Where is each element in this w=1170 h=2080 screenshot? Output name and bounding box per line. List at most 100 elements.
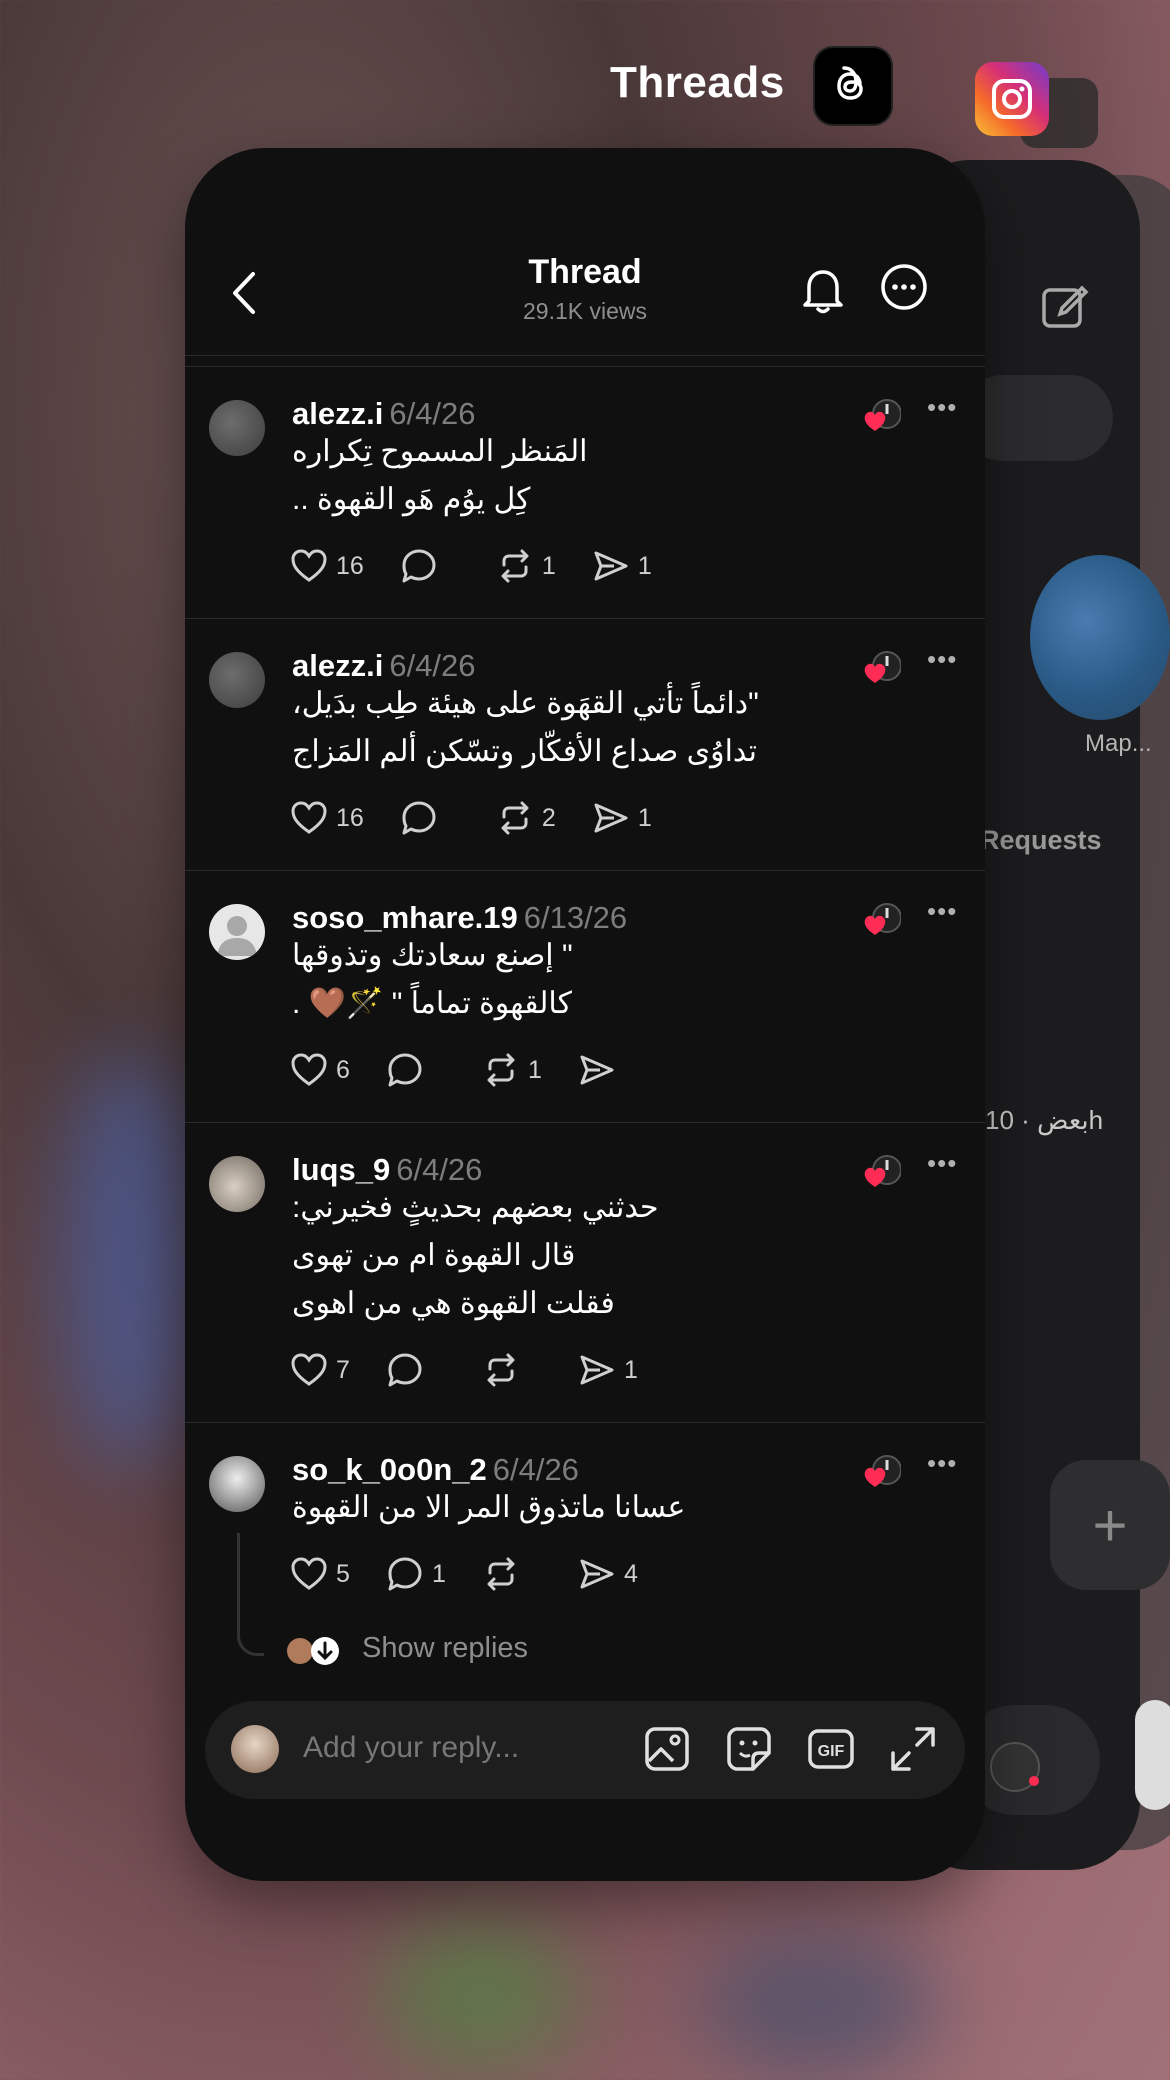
avatar[interactable]: [209, 1156, 265, 1212]
like-count: 16: [336, 551, 364, 580]
share-button[interactable]: 1: [592, 547, 652, 585]
more-icon[interactable]: •••: [927, 1148, 957, 1179]
repost-icon: [487, 1557, 515, 1591]
post-date: 6/4/26: [396, 1152, 483, 1187]
share-button[interactable]: 1: [592, 799, 652, 837]
bell-icon[interactable]: [799, 263, 847, 315]
thread-post[interactable]: luqs_9 6/4/26 ••• حدثني بعضهم بحديثٍ فخير…: [185, 1124, 985, 1423]
share-button[interactable]: 4: [578, 1555, 638, 1593]
thread-post[interactable]: alezz.i 6/4/26 ••• المَنظر المسموح تِكرار…: [185, 368, 985, 619]
avatar[interactable]: [209, 652, 265, 708]
repost-button[interactable]: 1: [482, 1051, 542, 1089]
thread-header: Thread 29.1K views: [185, 148, 985, 356]
more-icon[interactable]: •••: [927, 1448, 957, 1479]
share-button[interactable]: 1: [578, 1351, 638, 1389]
repost-icon: [487, 1053, 515, 1087]
like-button[interactable]: 7: [290, 1351, 350, 1389]
plus-icon[interactable]: +: [1050, 1460, 1170, 1590]
send-icon: [580, 1355, 614, 1385]
avatar[interactable]: [209, 400, 265, 456]
comment-button[interactable]: [400, 799, 460, 837]
comment-icon: [402, 801, 436, 835]
repost-button[interactable]: [482, 1351, 542, 1389]
thread-post[interactable]: alezz.i 6/4/26 ••• "دائماً تأتي القهَوة ع…: [185, 620, 985, 871]
username[interactable]: alezz.i: [292, 648, 383, 683]
avatar[interactable]: [209, 904, 265, 960]
comment-button[interactable]: [386, 1351, 446, 1389]
share-count: 1: [624, 1355, 638, 1384]
post-header: luqs_9 6/4/26: [292, 1152, 482, 1188]
message-time: بعض · 10h: [985, 1105, 1104, 1135]
heart-icon: [291, 1557, 327, 1590]
reply-input[interactable]: Add your reply...: [303, 1731, 519, 1765]
comment-button[interactable]: [386, 1051, 446, 1089]
comment-button[interactable]: 1: [386, 1555, 446, 1593]
compose-icon: [1042, 285, 1089, 328]
like-button[interactable]: 16: [290, 547, 364, 585]
reply-bar[interactable]: Add your reply... GIF: [205, 1701, 965, 1799]
repost-icon: [501, 801, 529, 835]
post-header: so_k_0o0n_2 6/4/26: [292, 1452, 579, 1488]
map-label: Map...: [1085, 730, 1152, 757]
gif-icon[interactable]: GIF: [807, 1725, 855, 1773]
thread-connector: [237, 1533, 264, 1656]
threads-app-icon[interactable]: [815, 48, 891, 124]
username[interactable]: so_k_0o0n_2: [292, 1452, 487, 1487]
more-icon[interactable]: •••: [927, 644, 957, 675]
send-icon: [580, 1055, 614, 1085]
post-text: "دائماً تأتي القهَوة على هيئة طِب بدَيل،…: [292, 680, 892, 776]
page-title: Thread: [528, 253, 642, 291]
repost-count: 1: [528, 1055, 542, 1084]
default-avatar-icon: [217, 916, 257, 956]
instagram-app-icon[interactable]: [975, 62, 1049, 136]
repost-button[interactable]: 2: [496, 799, 556, 837]
post-actions: 16 2 1: [290, 798, 672, 838]
like-count: 16: [336, 803, 364, 832]
like-button[interactable]: 16: [290, 799, 364, 837]
sticker-icon[interactable]: [725, 1725, 773, 1773]
thread-post[interactable]: soso_mhare.19 6/13/26 ••• " إصنع سعادتك و…: [185, 872, 985, 1123]
post-line: تداوُى صداع الأفكّار وتسّكن ألم المَزاج: [292, 735, 758, 768]
repost-count: 1: [541, 551, 556, 580]
heart-icon: [291, 1053, 327, 1086]
comment-button[interactable]: [400, 547, 460, 585]
more-circle-icon[interactable]: [880, 263, 928, 311]
heart-icon: [291, 549, 327, 582]
expand-icon[interactable]: [889, 1725, 937, 1773]
repost-icon: [487, 1353, 515, 1387]
username[interactable]: alezz.i: [292, 396, 383, 431]
like-count: 7: [336, 1355, 350, 1384]
image-icon[interactable]: [643, 1725, 691, 1773]
avatar[interactable]: [209, 1456, 265, 1512]
post-line: " إصنع سعادتك وتذوقها: [292, 939, 573, 972]
repost-button[interactable]: [482, 1555, 542, 1593]
post-line: "دائماً تأتي القهَوة على هيئة طِب بدَيل،: [292, 687, 759, 720]
comment-count: 1: [432, 1559, 446, 1588]
post-line: قال القهوة ام من تهوى: [292, 1239, 576, 1272]
show-replies-link[interactable]: Show replies: [362, 1632, 528, 1665]
post-header: alezz.i 6/4/26: [292, 396, 476, 432]
post-text: المَنظر المسموح تِكراره كِل يوُم هَو الق…: [292, 428, 892, 524]
background-app-card: [1135, 1700, 1170, 1810]
repost-count: 2: [541, 803, 556, 832]
post-header: alezz.i 6/4/26: [292, 648, 476, 684]
threads-app-card[interactable]: Thread 29.1K views alezz.i 6/4/26 ••• الم…: [185, 148, 985, 1881]
comment-icon: [402, 549, 436, 583]
more-icon[interactable]: •••: [927, 392, 957, 423]
views-count: 29.1K views: [522, 298, 647, 324]
username[interactable]: soso_mhare.19: [292, 900, 518, 935]
map-thumbnail[interactable]: [1030, 555, 1170, 720]
share-button[interactable]: [578, 1051, 638, 1089]
post-line: فقلت القهوة هي من اهوى: [292, 1287, 615, 1320]
username[interactable]: luqs_9: [292, 1152, 390, 1187]
post-text: عسانا ماتذوق المر الا من القهوة: [292, 1484, 892, 1532]
post-line: كالقهوة تماماً " 🪄🤎 .: [292, 987, 572, 1020]
divider: [185, 366, 985, 367]
repost-button[interactable]: 1: [496, 547, 556, 585]
post-date: 6/4/26: [389, 648, 476, 683]
app-switcher-label: Threads: [610, 58, 785, 107]
like-button[interactable]: 5: [290, 1555, 350, 1593]
notification-dot: [1029, 1776, 1039, 1786]
more-icon[interactable]: •••: [927, 896, 957, 927]
like-button[interactable]: 6: [290, 1051, 350, 1089]
